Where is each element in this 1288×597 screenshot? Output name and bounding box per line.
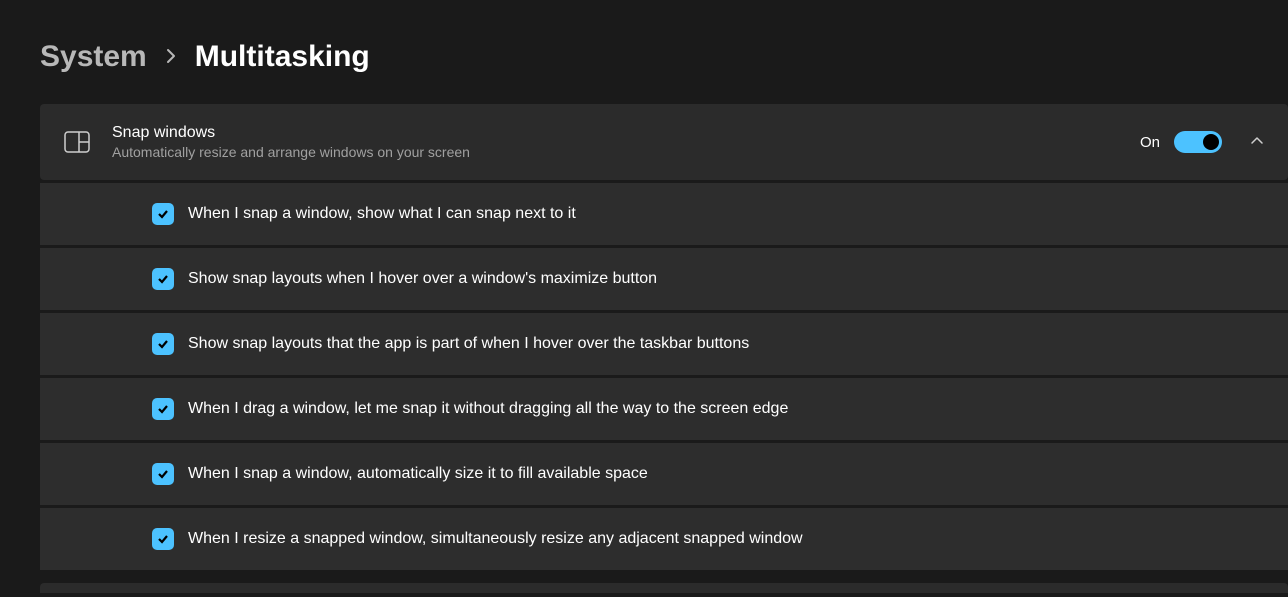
option-label: Show snap layouts when I hover over a wi…: [188, 270, 657, 288]
chevron-up-icon[interactable]: [1250, 133, 1264, 151]
checkbox[interactable]: [152, 463, 174, 485]
checkbox[interactable]: [152, 203, 174, 225]
option-label: When I drag a window, let me snap it wit…: [188, 400, 788, 418]
snap-windows-subtitle: Automatically resize and arrange windows…: [112, 144, 1118, 160]
snap-option-row[interactable]: Show snap layouts that the app is part o…: [40, 313, 1288, 375]
snap-option-row[interactable]: Show snap layouts when I hover over a wi…: [40, 248, 1288, 310]
checkbox[interactable]: [152, 398, 174, 420]
snap-windows-options: When I snap a window, show what I can sn…: [40, 183, 1288, 570]
checkbox[interactable]: [152, 333, 174, 355]
next-section-card: [40, 583, 1288, 593]
chevron-right-icon: [165, 44, 177, 70]
breadcrumb: System Multitasking: [40, 40, 1288, 74]
snap-windows-toggle[interactable]: [1174, 131, 1222, 153]
breadcrumb-parent[interactable]: System: [40, 40, 147, 74]
option-label: When I snap a window, show what I can sn…: [188, 205, 576, 223]
snap-option-row[interactable]: When I drag a window, let me snap it wit…: [40, 378, 1288, 440]
snap-option-row[interactable]: When I resize a snapped window, simultan…: [40, 508, 1288, 570]
snap-windows-title: Snap windows: [112, 124, 1118, 142]
checkbox[interactable]: [152, 528, 174, 550]
option-label: Show snap layouts that the app is part o…: [188, 335, 749, 353]
page-title: Multitasking: [195, 40, 370, 74]
option-label: When I snap a window, automatically size…: [188, 465, 648, 483]
snap-layout-icon: [64, 131, 90, 153]
checkbox[interactable]: [152, 268, 174, 290]
snap-windows-card: Snap windows Automatically resize and ar…: [40, 104, 1288, 180]
snap-windows-header[interactable]: Snap windows Automatically resize and ar…: [40, 104, 1288, 180]
snap-option-row[interactable]: When I snap a window, show what I can sn…: [40, 183, 1288, 245]
snap-windows-toggle-label: On: [1140, 134, 1160, 151]
option-label: When I resize a snapped window, simultan…: [188, 530, 803, 548]
snap-option-row[interactable]: When I snap a window, automatically size…: [40, 443, 1288, 505]
